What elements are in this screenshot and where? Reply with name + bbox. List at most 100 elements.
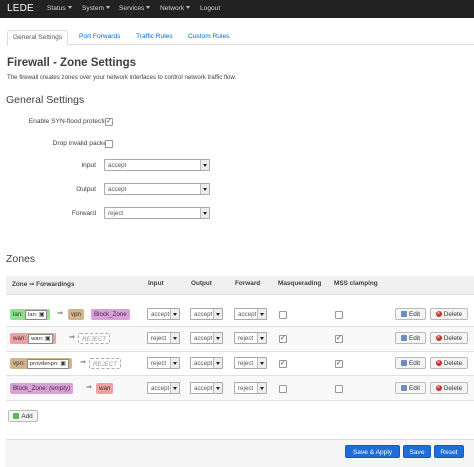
tab-general-settings[interactable]: General Settings [7, 30, 69, 46]
forward-arrow-icon: ⇒ [80, 359, 86, 366]
tab-traffic-rules[interactable]: Traffic Rules [136, 30, 173, 44]
mss-clamping-checkbox[interactable] [335, 311, 343, 319]
select-value: accept [194, 360, 213, 367]
edit-label: Edit [408, 360, 420, 367]
zone-input-select[interactable]: accept [147, 308, 180, 320]
edit-icon [400, 310, 407, 317]
chevron-down-icon [146, 6, 151, 9]
edit-button[interactable]: Edit [395, 332, 426, 344]
zone-name: vpn: [13, 360, 25, 367]
reset-button[interactable]: Reset [434, 445, 464, 458]
tab-custom-rules[interactable]: Custom Rules [188, 30, 229, 44]
delete-icon [435, 309, 442, 320]
zone-output-select[interactable]: accept [190, 308, 223, 320]
select-value: reject [238, 335, 254, 342]
delete-button[interactable]: Delete [430, 308, 468, 320]
zones-heading: Zones [6, 253, 36, 265]
tab-port-forwards[interactable]: Port Forwards [79, 30, 120, 44]
mss-clamping-checkbox[interactable] [335, 334, 343, 343]
col-masquerading: Masquerading [278, 280, 322, 287]
interface-tag: wan: ▣ [28, 333, 54, 344]
chevron-down-icon [213, 309, 222, 319]
chevron-down-icon [170, 358, 179, 368]
drop-invalid-label: Drop invalid packets [52, 140, 112, 147]
zone-badge-wan: wan: wan: ▣ [10, 333, 57, 344]
target-badge-reject: REJECT [78, 333, 111, 344]
edit-button[interactable]: Edit [395, 357, 426, 369]
masquerading-checkbox[interactable] [279, 334, 287, 343]
brand-logo[interactable]: LEDE [7, 3, 34, 14]
select-value: accept [151, 385, 170, 392]
zone-forward-select[interactable]: reject [234, 382, 267, 394]
nav-network-label: Network [160, 5, 185, 12]
edit-button[interactable]: Edit [395, 308, 426, 320]
masquerading-checkbox[interactable] [279, 385, 287, 393]
nav-status-label: Status [47, 5, 66, 12]
add-zone-button[interactable]: Add [8, 410, 38, 422]
select-value: accept [194, 335, 213, 342]
tabs-divider [6, 44, 474, 45]
chevron-down-icon [200, 160, 209, 170]
nav-logout[interactable]: Logout [200, 5, 220, 12]
input-policy-label: Input [81, 162, 96, 169]
delete-button[interactable]: Delete [430, 332, 468, 344]
zone-name: lan: [13, 311, 23, 318]
forward-arrow-icon: ⇒ [69, 334, 75, 341]
zone-input-select[interactable]: accept [147, 382, 180, 394]
chevron-down-icon [200, 208, 209, 218]
zone-forward-select[interactable]: reject [234, 332, 267, 344]
page-title: Firewall - Zone Settings [7, 57, 137, 69]
col-mss-clamping: MSS clamping [334, 280, 378, 287]
drop-invalid-checkbox[interactable] [105, 140, 113, 148]
edit-label: Edit [408, 335, 420, 342]
zone-forward-select[interactable]: accept [234, 308, 267, 320]
edit-icon [400, 359, 407, 366]
delete-icon [435, 383, 442, 394]
zone-output-select[interactable]: accept [190, 357, 223, 369]
zone-output-select[interactable]: accept [190, 332, 223, 344]
edit-label: Edit [408, 311, 420, 318]
zone-badge-vpn: vpn: provdenpn: ▣ [10, 358, 72, 369]
forward-policy-select[interactable]: reject [104, 207, 210, 219]
mss-clamping-checkbox[interactable] [335, 359, 343, 368]
output-policy-select[interactable]: accept [104, 183, 210, 195]
page-description: The firewall creates zones over your net… [7, 74, 237, 81]
edit-icon [400, 384, 407, 391]
chevron-down-icon [257, 383, 266, 393]
forward-policy-label: Forward [71, 210, 96, 217]
interface-tag: provdenpn: ▣ [26, 358, 69, 369]
target-badge-reject: REJECT [89, 358, 122, 369]
nav-status[interactable]: Status [47, 5, 72, 12]
forward-policy-value: reject [108, 210, 124, 217]
zone-input-select[interactable]: reject [147, 332, 180, 344]
mss-clamping-checkbox[interactable] [335, 385, 343, 393]
save-button[interactable]: Save [403, 445, 431, 458]
chevron-down-icon [170, 333, 179, 343]
chevron-down-icon [257, 333, 266, 343]
chevron-down-icon [257, 358, 266, 368]
nav-network[interactable]: Network [160, 5, 191, 12]
select-value: accept [194, 311, 213, 318]
delete-button[interactable]: Delete [430, 357, 468, 369]
zone-forward-select[interactable]: reject [234, 357, 267, 369]
chevron-down-icon [186, 6, 191, 9]
select-value: accept [151, 311, 170, 318]
syn-flood-checkbox[interactable] [105, 117, 113, 126]
save-apply-button[interactable]: Save & Apply [345, 445, 400, 458]
general-settings-heading: General Settings [6, 94, 85, 106]
edit-button[interactable]: Edit [395, 382, 426, 394]
output-policy-value: accept [108, 186, 127, 193]
input-policy-select[interactable]: accept [104, 159, 210, 171]
delete-label: Delete [443, 311, 463, 318]
zone-output-select[interactable]: accept [190, 382, 223, 394]
target-badge-wan: wan [96, 383, 114, 394]
nav-services[interactable]: Services [119, 5, 151, 12]
masquerading-checkbox[interactable] [279, 359, 287, 368]
nav-services-label: Services [119, 5, 145, 12]
top-navbar: LEDE Status System Services Network Logo… [0, 0, 474, 18]
masquerading-checkbox[interactable] [279, 311, 287, 319]
nav-system[interactable]: System [82, 5, 110, 12]
chevron-down-icon [170, 309, 179, 319]
zone-input-select[interactable]: reject [147, 357, 180, 369]
delete-button[interactable]: Delete [430, 382, 468, 394]
